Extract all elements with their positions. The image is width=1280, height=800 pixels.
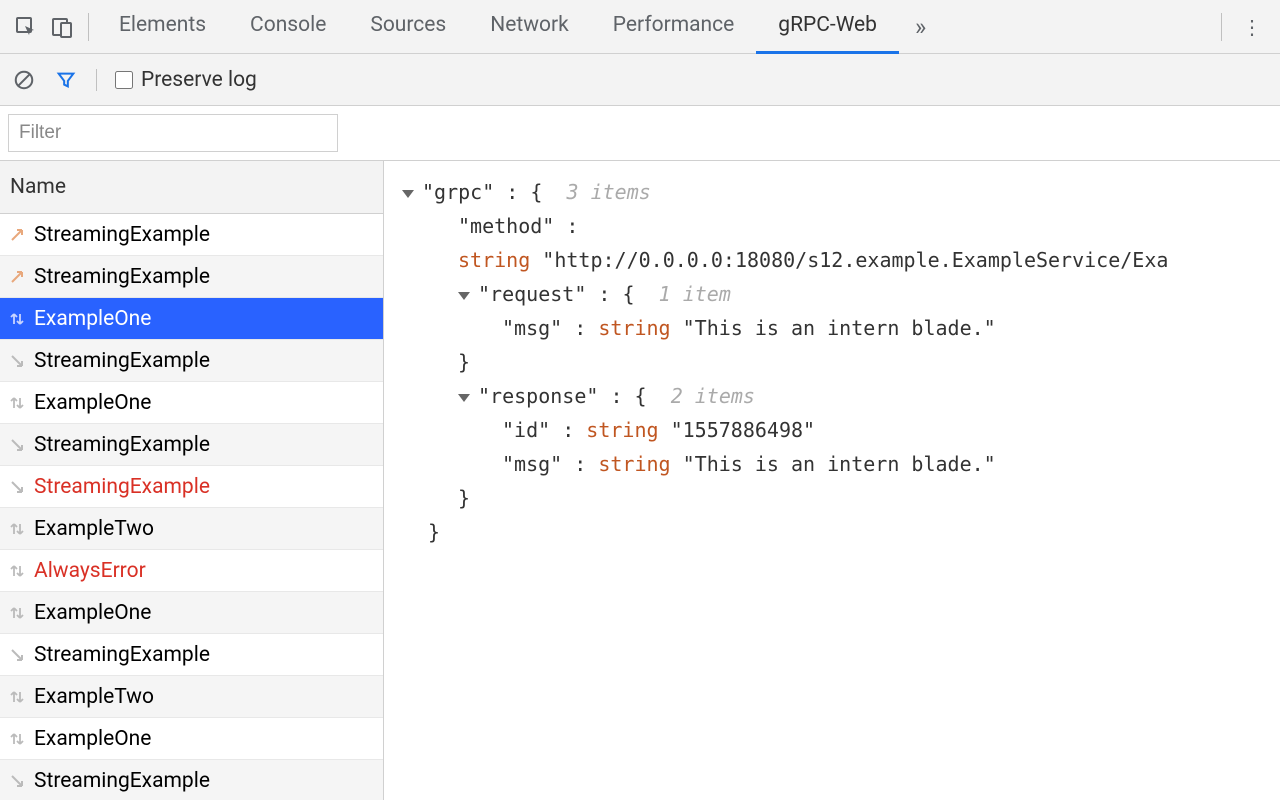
filter-icon[interactable] [54,68,78,92]
request-name: ExampleOne [34,601,151,625]
json-key: "msg" [502,316,562,340]
json-key: "id" [502,418,550,442]
arrows-updown-icon [8,688,26,706]
request-row[interactable]: ExampleOne [0,718,383,760]
request-name: ExampleOne [34,307,151,331]
kebab-menu-icon[interactable]: ⋮ [1230,15,1272,39]
item-count-hint: 2 items [671,384,755,408]
request-name: ExampleOne [34,727,151,751]
divider [1221,13,1222,41]
detail-panel: "grpc" : { 3 items "method" : string "ht… [384,161,1280,800]
json-value: "1557886498" [671,418,816,442]
request-row[interactable]: ExampleTwo [0,676,383,718]
clear-icon[interactable] [12,68,36,92]
request-row[interactable]: AlwaysError [0,550,383,592]
devtools-tab-bar: ElementsConsoleSourcesNetworkPerformance… [0,0,1280,54]
arrows-updown-icon [8,604,26,622]
request-name: StreamingExample [34,769,210,793]
json-key: "request" [478,282,586,306]
json-key: "grpc" [422,180,494,204]
inspect-element-icon[interactable] [8,9,44,45]
request-row[interactable]: ExampleOne [0,382,383,424]
json-key: "msg" [502,452,562,476]
divider [88,13,89,41]
json-type: string [598,452,670,476]
arrows-updown-icon [8,310,26,328]
tab-grpc-web[interactable]: gRPC-Web [756,0,899,54]
preserve-log-checkbox[interactable] [115,71,133,89]
divider [96,69,97,91]
json-type: string [598,316,670,340]
expand-toggle-icon[interactable] [458,292,470,300]
tab-console[interactable]: Console [228,0,348,54]
arrows-updown-icon [8,520,26,538]
request-row[interactable]: StreamingExample [0,214,383,256]
request-name: AlwaysError [34,559,146,583]
request-row[interactable]: StreamingExample [0,760,383,800]
tab-performance[interactable]: Performance [591,0,756,54]
request-row[interactable]: StreamingExample [0,424,383,466]
request-name: StreamingExample [34,223,210,247]
request-name: StreamingExample [34,643,210,667]
arrows-updown-icon [8,394,26,412]
arrow-down-icon [8,352,26,370]
tab-network[interactable]: Network [468,0,591,54]
request-row[interactable]: StreamingExample [0,340,383,382]
device-toolbar-icon[interactable] [44,9,80,45]
json-value: "This is an intern blade." [683,316,996,340]
toolbar: Preserve log [0,54,1280,106]
request-row[interactable]: ExampleTwo [0,508,383,550]
json-type: string [458,248,530,272]
request-name: StreamingExample [34,475,210,499]
request-row[interactable]: StreamingExample [0,634,383,676]
arrow-up-icon [8,268,26,286]
request-name: ExampleOne [34,391,151,415]
json-value: "This is an intern blade." [683,452,996,476]
filter-bar [0,106,1280,161]
request-row[interactable]: StreamingExample [0,256,383,298]
json-type: string [586,418,658,442]
request-name: ExampleTwo [34,517,154,541]
arrow-up-icon [8,226,26,244]
request-row[interactable]: StreamingExample [0,466,383,508]
expand-toggle-icon[interactable] [458,394,470,402]
arrows-updown-icon [8,562,26,580]
arrow-down-icon [8,436,26,454]
tab-elements[interactable]: Elements [97,0,228,54]
tab-sources[interactable]: Sources [348,0,468,54]
filter-input[interactable] [8,114,338,152]
tabs-overflow-button[interactable]: » [899,13,942,41]
json-key: "response" [478,384,598,408]
main-area: Name StreamingExample StreamingExample Exa… [0,161,1280,800]
preserve-log-label: Preserve log [141,68,257,92]
arrow-down-icon [8,478,26,496]
request-row[interactable]: ExampleOne [0,298,383,340]
json-value: "http://0.0.0.0:18080/s12.example.Exampl… [542,248,1168,272]
request-list: Name StreamingExample StreamingExample Exa… [0,161,384,800]
request-name: StreamingExample [34,265,210,289]
json-key: "method" [458,214,554,238]
arrow-down-icon [8,772,26,790]
expand-toggle-icon[interactable] [402,190,414,198]
name-column-header[interactable]: Name [0,161,383,214]
item-count-hint: 1 item [659,282,731,306]
request-name: StreamingExample [34,433,210,457]
request-row[interactable]: ExampleOne [0,592,383,634]
request-name: StreamingExample [34,349,210,373]
item-count-hint: 3 items [567,180,651,204]
arrows-updown-icon [8,730,26,748]
request-name: ExampleTwo [34,685,154,709]
arrow-down-icon [8,646,26,664]
preserve-log-toggle[interactable]: Preserve log [115,68,257,92]
